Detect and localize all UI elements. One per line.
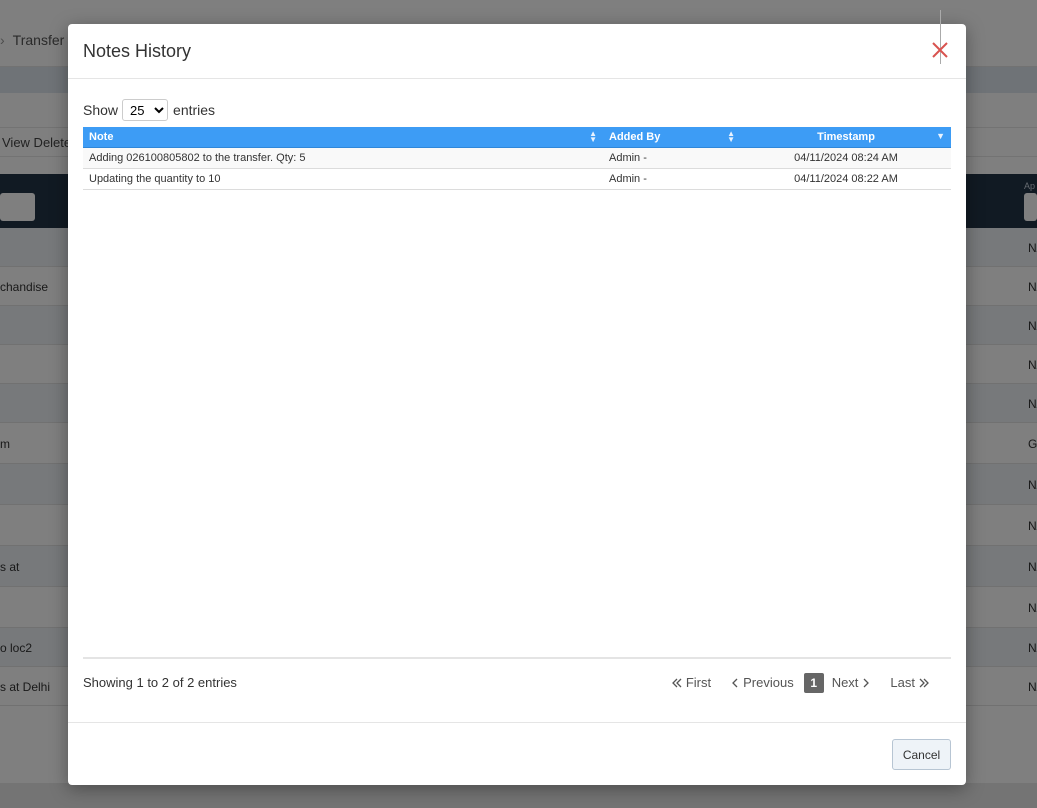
next-label: Next (831, 675, 859, 690)
table-info: Showing 1 to 2 of 2 entries (83, 675, 237, 690)
note-cell: Updating the quantity to 10 (83, 168, 603, 190)
column-header-note[interactable]: Note ▲ ▼ (83, 127, 603, 148)
previous-label: Previous (743, 675, 794, 690)
length-entries-label: entries (173, 102, 216, 118)
column-header-added-by[interactable]: Added By ▲ ▼ (603, 127, 741, 148)
column-label: Timestamp (817, 130, 875, 143)
notes-history-modal: Notes History Show 25 entries Note ▲ ▼ A… (68, 10, 966, 785)
cancel-button[interactable]: Cancel (892, 739, 951, 770)
modal-header: Notes History (68, 10, 966, 79)
modal-title: Notes History (83, 41, 192, 61)
first-page-button[interactable]: First (660, 672, 719, 693)
sort-both-icon: ▲ ▼ (727, 129, 735, 144)
length-show-label: Show (83, 102, 119, 118)
table-header-row: Note ▲ ▼ Added By ▲ ▼ Timestamp ▼ (83, 127, 951, 148)
table-divider (83, 657, 951, 659)
modal-footer: Cancel (68, 722, 966, 785)
previous-page-button[interactable]: Previous (719, 672, 802, 693)
double-chevron-right-icon (919, 678, 929, 687)
modal-body: Show 25 entries Note ▲ ▼ Added By ▲ ▼ Ti… (83, 79, 951, 722)
table-row: Updating the quantity to 10 Admin - 04/1… (83, 168, 951, 190)
last-page-button[interactable]: Last (882, 672, 941, 693)
timestamp-cell: 04/11/2024 08:24 AM (741, 147, 951, 169)
close-button[interactable] (928, 38, 952, 62)
next-page-button[interactable]: Next (824, 672, 883, 693)
sort-desc-icon: ▼ (936, 131, 945, 141)
current-page-button[interactable]: 1 (803, 672, 824, 693)
pagination: First Previous 1 Next Last (660, 672, 941, 693)
note-cell: Adding 026100805802 to the transfer. Qty… (83, 147, 603, 169)
timestamp-cell: 04/11/2024 08:22 AM (741, 168, 951, 190)
chevron-right-icon (863, 678, 870, 687)
sort-both-icon: ▲ ▼ (589, 129, 597, 144)
chevron-left-icon (732, 678, 738, 687)
notes-table: Note ▲ ▼ Added By ▲ ▼ Timestamp ▼ Adding 0… (83, 127, 951, 190)
double-chevron-left-icon (671, 678, 682, 687)
entries-per-page-select[interactable]: 25 (122, 99, 169, 121)
column-label: Added By (609, 130, 661, 143)
column-label: Note (89, 130, 114, 143)
entries-length-control: Show 25 entries (83, 99, 215, 121)
close-icon (932, 42, 948, 58)
column-header-timestamp[interactable]: Timestamp ▼ (741, 127, 951, 148)
table-row: Adding 026100805802 to the transfer. Qty… (83, 147, 951, 169)
last-label: Last (890, 675, 915, 690)
added-by-cell: Admin - (603, 147, 741, 169)
added-by-cell: Admin - (603, 168, 741, 190)
first-label: First (685, 675, 712, 690)
